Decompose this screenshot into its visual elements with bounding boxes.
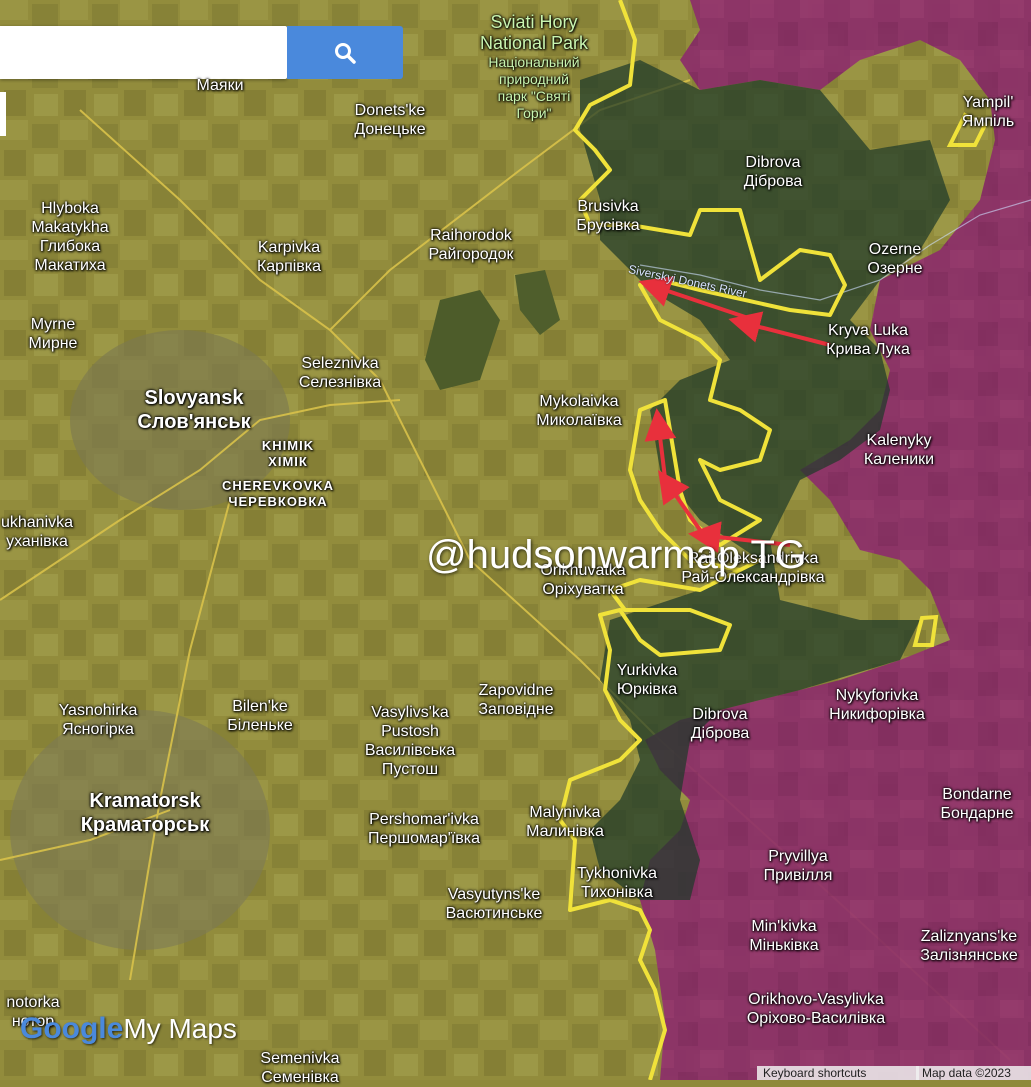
place-zapovidne: Zapovidne Заповідне [478,682,554,718]
place-semenivka: Semenivka Семенівка [260,1050,340,1086]
place-yurkivka: Yurkivka Юрківка [616,662,678,698]
place-tykhonivka: Tykhonivka Тихонівка [576,865,658,901]
place-zaliznyanske: Zaliznyans'ke Залізнянське [920,928,1018,964]
side-panel-toggle[interactable] [0,92,6,136]
place-malynivka: Malynivka Малинівка [526,804,604,840]
place-sukhanivka: ukhanivka уханівка [0,514,74,550]
place-minkivka: Min'kivka Міньківка [749,918,819,954]
place-vasylivska-pustosh: Vasylivs'ka Pustosh Василівська Пустош [364,704,456,778]
place-dibrova-south: Dibrova Діброва [690,706,750,742]
place-yasnohirka: Yasnohirka Ясногірка [58,702,138,738]
search-button[interactable] [287,26,403,79]
place-nykyforivka: Nykyforivka Никифорівка [829,687,925,723]
place-raihorodok: Raihorodok Райгородок [428,227,514,263]
place-hlyboka: Hlyboka Makatykha Глибока Макатиха [31,200,109,274]
place-kramatorsk: Kramatorsk Краматорськ [80,790,210,836]
place-pryvillya: Pryvillya Привілля [763,848,833,884]
place-dibrova-north: Dibrova Діброва [743,154,803,190]
place-karpivka: Karpivka Карпівка [256,239,322,275]
park-label: Sviati Hory National Park Національний п… [479,12,589,121]
place-pershomarivka: Pershomar'ivka Першомар'ївка [367,811,481,847]
google-wordmark: Google [20,1012,124,1045]
place-slovyansk: Slovyansk Слов'янськ [137,387,251,433]
my-maps-wordmark: My Maps [123,1013,237,1044]
map-data-attribution[interactable]: Map data ©2023 [916,1066,1031,1080]
place-donetske: Donets'ke Донецьке [354,102,426,138]
place-brusivka: Brusivka Брусівка [576,198,640,234]
place-vasyutynske: Vasyutyns'ke Васютинське [445,886,543,922]
place-cherevkovka: CHEREVKOVKA ЧЕРЕВКОВКА [221,478,335,509]
place-yampil: Yampil' Ямпіль [961,94,1015,130]
google-my-maps-logo: GoogleMy Maps [20,1012,237,1046]
place-ozerne: Ozerne Озерне [867,241,923,277]
place-seleznivka: Seleznivka Селезнівка [298,355,382,391]
place-bilenke: Bilen'ke Біленьке [227,698,293,734]
keyboard-shortcuts-link[interactable]: Keyboard shortcuts [757,1066,919,1080]
place-orikhovo-vasylivka: Orikhovo-Vasylivka Оріхово-Василівка [746,991,886,1027]
place-khimik: KHIMIK ХІМІК [261,438,315,469]
place-mayaky: Маяки [196,77,244,94]
watermark: @hudsonwarmap TG [426,533,807,577]
search-icon [335,42,356,64]
place-mykolaivka: Mykolaivka Миколаївка [536,393,622,429]
place-kalenyky: Kalenyky Каленики [863,432,935,468]
place-kryva-luka: Kryva Luka Крива Лука [826,322,910,358]
place-myrne: Myrne Мирне [28,316,78,352]
place-bondarne: Bondarne Бондарне [940,786,1014,822]
search-input[interactable] [0,26,287,79]
